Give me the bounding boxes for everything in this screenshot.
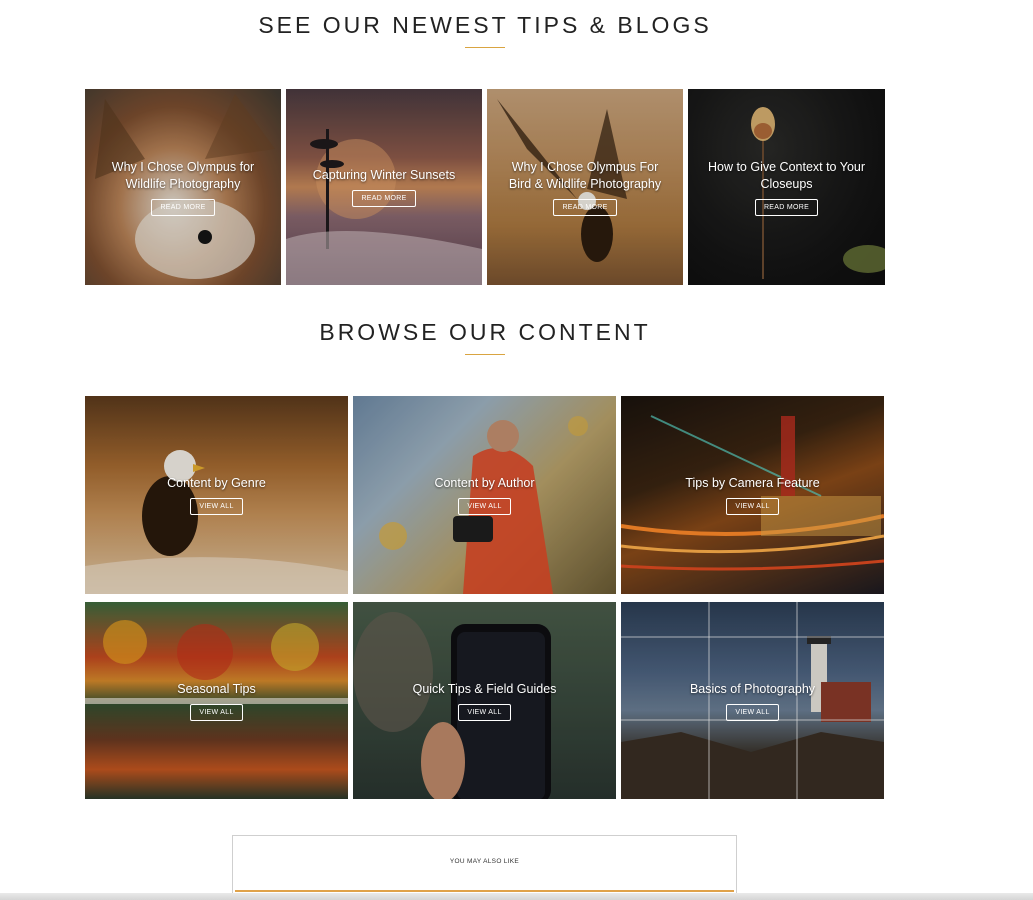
- title-underline: [465, 354, 505, 355]
- category-card-basics[interactable]: Basics of Photography VIEW ALL: [621, 602, 884, 799]
- newest-section-title: SEE OUR NEWEST TIPS & BLOGS: [258, 12, 712, 38]
- category-card-title: Content by Genre: [167, 476, 266, 490]
- page-bottom-edge: [0, 893, 1033, 900]
- category-card-genre[interactable]: Content by Genre VIEW ALL: [85, 396, 348, 594]
- title-underline: [465, 47, 505, 48]
- blog-card-title: How to Give Context to Your Closeups: [707, 159, 866, 191]
- view-all-button[interactable]: VIEW ALL: [458, 703, 511, 721]
- tile-overlay: [286, 89, 482, 285]
- view-all-button[interactable]: VIEW ALL: [458, 498, 511, 515]
- category-card-title: Content by Author: [434, 476, 535, 490]
- also-like-accent-line: [235, 890, 734, 892]
- read-more-button[interactable]: READ MORE: [754, 198, 819, 216]
- category-card-seasonal[interactable]: Seasonal Tips VIEW ALL: [85, 602, 348, 799]
- blog-card-sunset[interactable]: Capturing Winter Sunsets READ MORE: [286, 89, 482, 285]
- view-all-button[interactable]: VIEW ALL: [190, 498, 243, 515]
- category-card-title: Seasonal Tips: [177, 681, 256, 696]
- category-card-title: Basics of Photography: [689, 681, 816, 696]
- category-card-title: Quick Tips & Field Guides: [412, 681, 557, 696]
- read-more-button[interactable]: READ MORE: [151, 198, 215, 216]
- tile-overlay: [353, 602, 616, 799]
- view-all-button[interactable]: VIEW ALL: [190, 703, 243, 721]
- blog-card-title: Capturing Winter Sunsets: [312, 168, 456, 182]
- tile-overlay: [85, 602, 348, 799]
- category-card-author[interactable]: Content by Author VIEW ALL: [353, 396, 616, 594]
- tile-overlay: [85, 396, 348, 594]
- read-more-button[interactable]: READ MORE: [553, 198, 617, 216]
- tile-overlay: [353, 396, 616, 594]
- view-all-button[interactable]: VIEW ALL: [726, 703, 779, 721]
- category-card-quick-tips[interactable]: Quick Tips & Field Guides VIEW ALL: [353, 602, 616, 799]
- blog-card-title: Why I Chose Olympus For Bird & Wildlife …: [508, 159, 662, 191]
- blog-card-eagle[interactable]: Why I Chose Olympus For Bird & Wildlife …: [487, 89, 683, 285]
- read-more-button[interactable]: READ MORE: [352, 190, 416, 207]
- also-like-panel: YOU MAY ALSO LIKE: [232, 835, 737, 900]
- blog-card-title: Why I Chose Olympus for Wildlife Photogr…: [111, 159, 255, 191]
- tile-overlay: [621, 396, 884, 594]
- category-card-title: Tips by Camera Feature: [685, 476, 820, 490]
- blog-card-flower[interactable]: How to Give Context to Your Closeups REA…: [688, 89, 885, 285]
- tile-overlay: [621, 602, 884, 799]
- view-all-button[interactable]: VIEW ALL: [726, 498, 779, 515]
- category-card-camera-feature[interactable]: Tips by Camera Feature VIEW ALL: [621, 396, 884, 594]
- also-like-label: YOU MAY ALSO LIKE: [449, 858, 520, 865]
- browse-section-title: BROWSE OUR CONTENT: [319, 319, 651, 345]
- blog-card-fox[interactable]: Why I Chose Olympus for Wildlife Photogr…: [85, 89, 281, 285]
